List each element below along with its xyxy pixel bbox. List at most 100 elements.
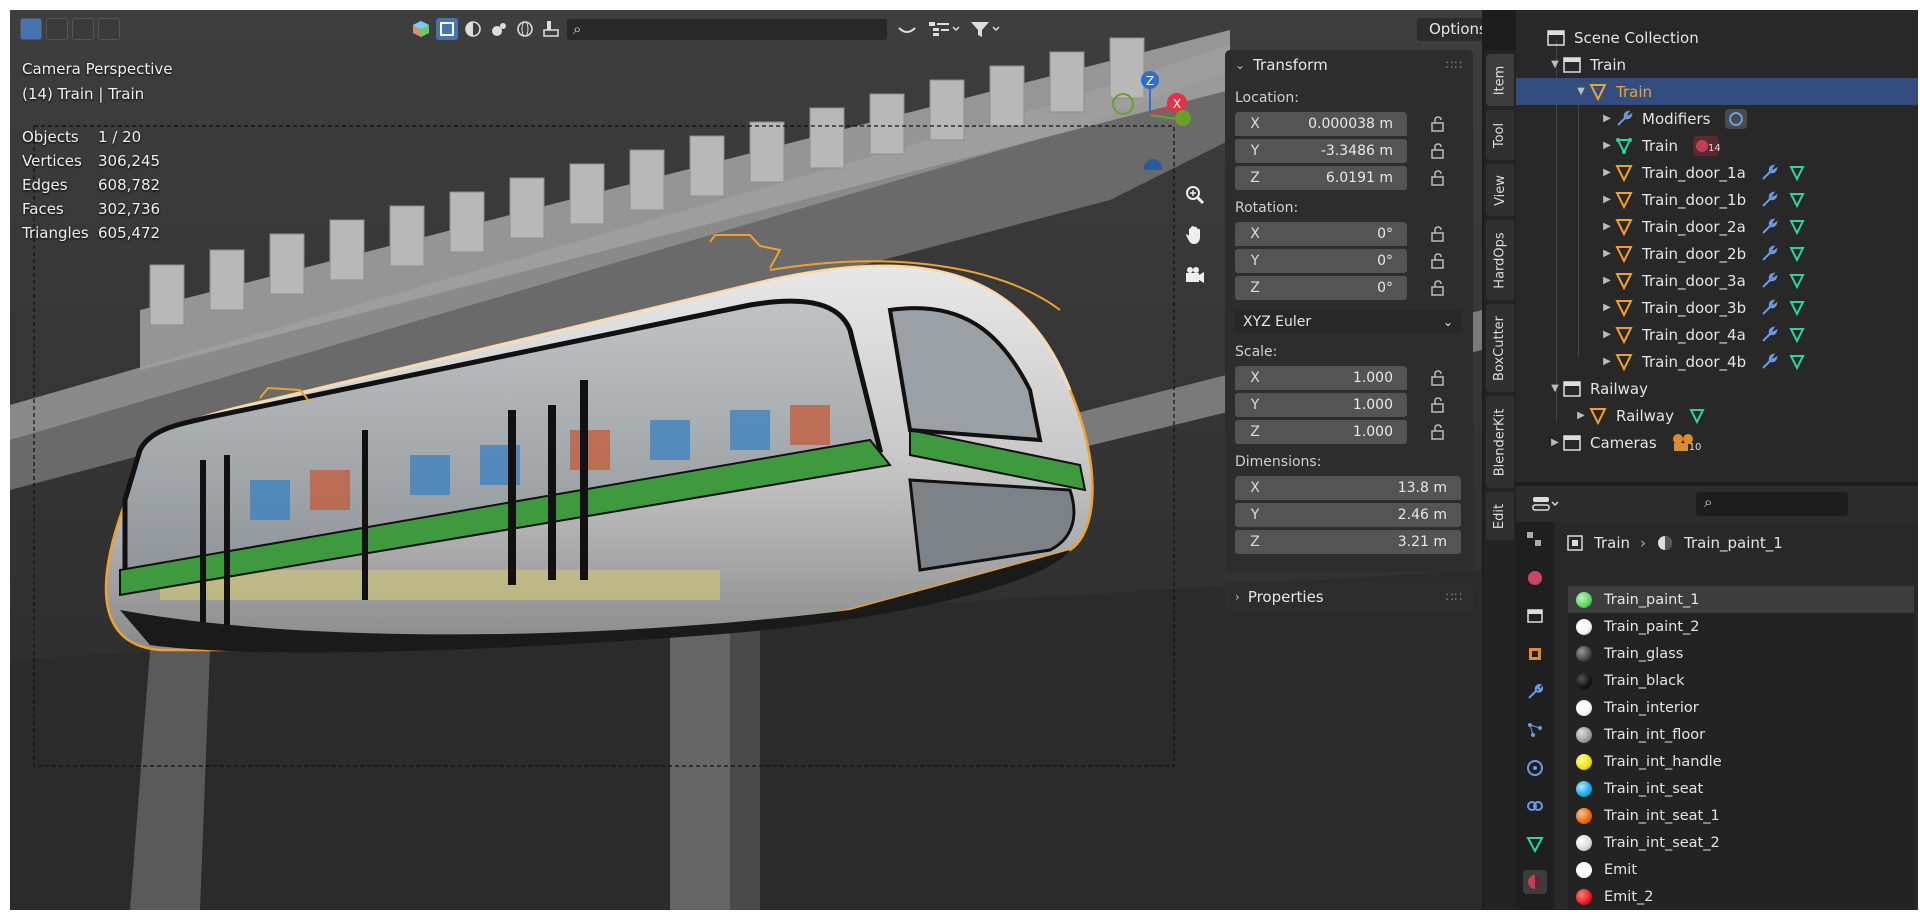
expand-right-icon[interactable]: ▶	[1548, 437, 1562, 448]
outliner-row-mesh-train[interactable]: ▶ Train 14	[1516, 132, 1918, 159]
scale-y-field[interactable]: Y 1.000	[1235, 393, 1407, 417]
outliner-row-door[interactable]: ▶ Train_door_1b	[1516, 186, 1918, 213]
mesh-data-icon[interactable]	[1788, 272, 1806, 290]
select-extend-icon[interactable]	[46, 18, 68, 40]
outliner-row-door[interactable]: ▶ Train_door_2b	[1516, 240, 1918, 267]
mesh-data-icon[interactable]	[1788, 191, 1806, 209]
material-slot-row[interactable]: Train_interior	[1568, 694, 1914, 721]
transform-panel-header[interactable]: ⌄ Transform ∷∷	[1225, 50, 1473, 80]
lock-icon[interactable]	[1429, 170, 1447, 186]
material-slot-row[interactable]: Train_black	[1568, 667, 1914, 694]
outliner-row-door[interactable]: ▶ Train_door_1a	[1516, 159, 1918, 186]
constraints-icon[interactable]	[1523, 794, 1547, 818]
rotation-mode-select[interactable]: XYZ Euler ⌄	[1235, 310, 1461, 334]
expand-right-icon[interactable]: ▶	[1600, 194, 1614, 205]
camera-view-icon[interactable]	[1180, 260, 1210, 290]
outliner-row-door[interactable]: ▶ Train_door_3a	[1516, 267, 1918, 294]
shading-wireframe-icon[interactable]	[436, 18, 458, 40]
wrench-icon[interactable]	[1760, 163, 1778, 182]
modifier-badge[interactable]	[1724, 108, 1748, 130]
mesh-data-icon[interactable]	[1788, 218, 1806, 236]
location-x-field[interactable]: X 0.000038 m	[1235, 112, 1407, 136]
mesh-data-icon[interactable]	[1788, 245, 1806, 263]
scale-z-field[interactable]: Z 1.000	[1235, 420, 1407, 444]
location-y-field[interactable]: Y -3.3486 m	[1235, 139, 1407, 163]
shading-rendered-icon[interactable]	[514, 18, 536, 40]
expand-right-icon[interactable]: ▶	[1574, 410, 1588, 421]
filter-icon[interactable]	[966, 18, 1006, 40]
expand-down-icon[interactable]: ▼	[1574, 86, 1588, 97]
rotation-y-field[interactable]: Y 0°	[1235, 249, 1407, 273]
navigation-gizmo[interactable]: Z X	[1095, 60, 1205, 170]
wrench-icon[interactable]	[1760, 217, 1778, 236]
material-slot-row[interactable]: Train_glass	[1568, 640, 1914, 667]
select-new-icon[interactable]	[20, 18, 42, 40]
outliner-row-door[interactable]: ▶ Train_door_3b	[1516, 294, 1918, 321]
mesh-data-icon[interactable]	[1788, 299, 1806, 317]
particles-icon[interactable]	[1523, 718, 1547, 742]
camera-count-badge[interactable]: 10	[1671, 432, 1701, 454]
lock-icon[interactable]	[1429, 226, 1447, 242]
expand-down-icon[interactable]: ▼	[1548, 383, 1562, 394]
mesh-data-icon[interactable]	[1788, 353, 1806, 371]
wrench-icon[interactable]	[1760, 271, 1778, 290]
physics-icon[interactable]	[1523, 756, 1547, 780]
material-slot-row[interactable]: Train_int_seat_1	[1568, 802, 1914, 829]
zoom-icon[interactable]	[1180, 180, 1210, 210]
tab-tool[interactable]: Tool	[1486, 110, 1514, 160]
mesh-data-icon[interactable]	[1688, 407, 1706, 425]
editor-type-icon[interactable]	[1528, 493, 1564, 515]
outliner-row-collection-train[interactable]: ▼ Train	[1516, 51, 1918, 78]
lock-icon[interactable]	[1429, 424, 1447, 440]
wrench-icon[interactable]	[1760, 244, 1778, 263]
outliner-row-door[interactable]: ▶ Train_door_4a	[1516, 321, 1918, 348]
expand-right-icon[interactable]: ▶	[1600, 275, 1614, 286]
wrench-icon[interactable]	[1760, 190, 1778, 209]
properties-panel[interactable]: › Properties ∷∷	[1225, 582, 1473, 612]
3d-viewport[interactable]: ⌕ Options ⌄ Camera Perspective (14) Trai…	[10, 10, 1482, 910]
gizmo-toggle-icon[interactable]	[410, 18, 432, 40]
expand-right-icon[interactable]: ▶	[1600, 167, 1614, 178]
material-slot-row[interactable]: Train_paint_2	[1568, 613, 1914, 640]
wrench-icon[interactable]	[1760, 352, 1778, 371]
mesh-data-icon[interactable]	[1788, 326, 1806, 344]
material-slot-row[interactable]: Emit	[1568, 856, 1914, 883]
wrench-icon[interactable]	[1760, 298, 1778, 317]
rotation-x-field[interactable]: X 0°	[1235, 222, 1407, 246]
properties-panel-header[interactable]: › Properties ∷∷	[1225, 582, 1473, 612]
expand-right-icon[interactable]: ▶	[1600, 248, 1614, 259]
object-properties-icon[interactable]	[1523, 642, 1547, 666]
expand-right-icon[interactable]: ▶	[1600, 221, 1614, 232]
outliner-row-scene-collection[interactable]: Scene Collection	[1516, 24, 1918, 51]
render-icon[interactable]	[1523, 566, 1547, 590]
options-dropdown[interactable]: Options ⌄	[1416, 17, 1482, 42]
brush-icon[interactable]	[540, 18, 562, 40]
material-slot-row[interactable]: Train_int_seat	[1568, 775, 1914, 802]
material-slot-row[interactable]: Emit_2	[1568, 883, 1914, 910]
material-slot-row[interactable]: Train_int_floor	[1568, 721, 1914, 748]
expand-right-icon[interactable]: ▶	[1600, 302, 1614, 313]
dimensions-y-field[interactable]: Y 2.46 m	[1235, 503, 1461, 527]
tool-settings-icon[interactable]	[1523, 528, 1547, 552]
outliner-display-mode-icon[interactable]	[924, 18, 964, 40]
viewport-search-input[interactable]: ⌕	[566, 18, 888, 41]
rotation-z-field[interactable]: Z 0°	[1235, 276, 1407, 300]
dimensions-x-field[interactable]: X 13.8 m	[1235, 476, 1461, 500]
outliner-row-collection-railway[interactable]: ▼ Railway	[1516, 375, 1918, 402]
material-badge[interactable]: 14	[1692, 135, 1721, 157]
tab-hardops[interactable]: HardOps	[1486, 220, 1514, 300]
outliner-row-door[interactable]: ▶ Train_door_2a	[1516, 213, 1918, 240]
expand-right-icon[interactable]: ▶	[1600, 356, 1614, 367]
modifier-properties-icon[interactable]	[1523, 680, 1547, 704]
location-z-field[interactable]: Z 6.0191 m	[1235, 166, 1407, 190]
dimensions-z-field[interactable]: Z 3.21 m	[1235, 530, 1461, 554]
material-properties-icon[interactable]	[1523, 870, 1547, 894]
lock-icon[interactable]	[1429, 397, 1447, 413]
expand-right-icon[interactable]: ▶	[1600, 113, 1614, 124]
tab-boxcutter[interactable]: BoxCutter	[1486, 304, 1514, 392]
lock-icon[interactable]	[1429, 280, 1447, 296]
toggle-dropdown-icon[interactable]	[892, 18, 922, 40]
lock-icon[interactable]	[1429, 116, 1447, 132]
tab-view[interactable]: View	[1486, 164, 1514, 216]
selection-modes[interactable]	[20, 18, 120, 40]
